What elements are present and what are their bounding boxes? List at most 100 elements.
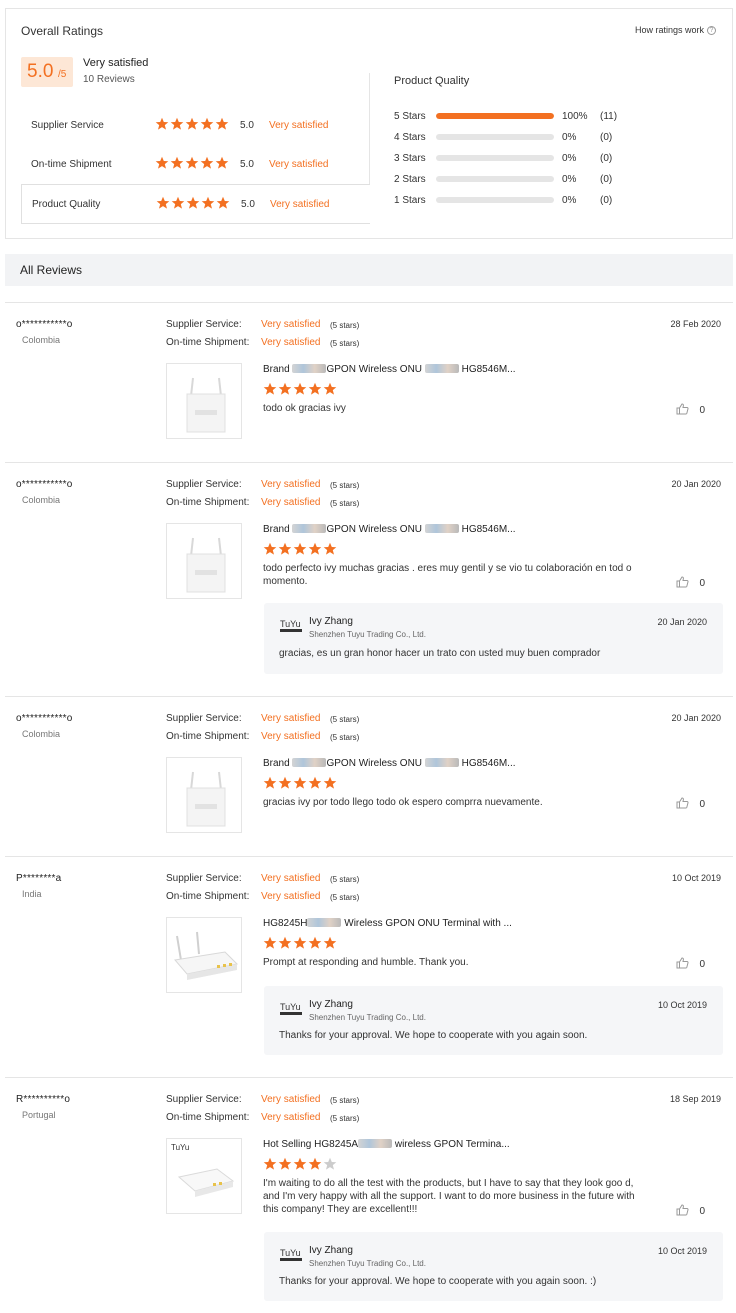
supplier-logo: TuYu [279,618,303,634]
shipment-label: On-time Shipment: [166,1112,250,1123]
thumbs-up-icon[interactable] [676,403,689,418]
category-score: 5.0 [240,119,254,131]
like-button[interactable]: 0 [676,1204,705,1219]
shipment-stars: (5 stars) [330,499,360,508]
redacted-mark [292,758,327,767]
shipment-label: On-time Shipment: [166,497,250,508]
star-filled-icon [156,196,170,209]
all-reviews-header: All Reviews [5,254,733,286]
overall-review-count: 10 Reviews [83,74,135,85]
star-filled-icon [263,1157,277,1170]
supplier-service-label: Supplier Service: [166,1094,242,1105]
supplier-reply: TuYu Ivy Zhang Shenzhen Tuyu Trading Co.… [264,986,723,1055]
shipment-stars: (5 stars) [330,733,360,742]
product-link[interactable]: Hot Selling HG8245A wireless GPON Termin… [263,1139,510,1150]
distribution-row-4: 4 Stars 0% (0) [394,130,630,144]
supplier-service-label: Supplier Service: [166,479,242,490]
review-item: o***********o Colombia Supplier Service:… [5,696,733,856]
star-filled-icon [278,382,292,395]
reply-text: gracias, es un gran honor hacer un trato… [279,648,601,659]
thumbs-up-icon[interactable] [676,576,689,591]
product-link[interactable]: Brand GPON Wireless ONU HG8546M... [263,364,516,375]
supplier-logo-text: TuYu [280,1248,301,1258]
category-stars [155,117,230,134]
review-stars [263,1157,338,1174]
product-title-start: Brand [263,364,293,375]
review-text: Prompt at responding and humble. Thank y… [263,957,469,968]
router-image [186,537,226,593]
distribution-label: 5 Stars [394,110,426,122]
review-date: 10 Oct 2019 [671,873,721,883]
review-item: P********a India Supplier Service: Very … [5,856,733,1077]
redacted-mark [292,364,327,373]
star-filled-icon [186,196,200,209]
product-thumbnail[interactable] [166,523,242,599]
help-icon[interactable]: ? [707,25,716,35]
reply-author: Ivy Zhang [309,616,353,627]
reply-author: Ivy Zhang [309,1245,353,1256]
product-thumbnail[interactable]: TuYu [166,1138,242,1214]
thumbs-up-icon[interactable] [676,797,689,812]
thumbnail-logo-text: TuYu [171,1143,189,1152]
distribution-count: (11) [600,110,618,122]
shipment-stars: (5 stars) [330,893,360,902]
distribution-bar [436,197,554,203]
product-link[interactable]: Brand GPON Wireless ONU HG8546M... [263,524,516,535]
product-thumbnail[interactable] [166,363,242,439]
star-filled-icon [278,1157,292,1170]
product-title-mid: wireless GPON Termina... [394,1139,510,1150]
review-item: R**********o Portugal Supplier Service: … [5,1077,733,1313]
distribution-count: (0) [600,173,613,185]
supplier-service-label: Supplier Service: [166,873,242,884]
review-text: I'm waiting to do all the test with the … [263,1178,635,1215]
like-button[interactable]: 0 [676,957,705,972]
like-button[interactable]: 0 [676,576,705,591]
reviewer-name: P********a [16,873,62,884]
overall-score: 5.0 [27,61,54,82]
distribution-percent: 0% [562,173,577,185]
category-stars [156,196,231,213]
product-title-mid: Wireless GPON ONU Terminal with ... [344,918,512,929]
product-title-start: Brand [263,758,293,769]
product-link[interactable]: Brand GPON Wireless ONU HG8546M... [263,758,516,769]
product-thumbnail[interactable] [166,917,242,993]
reviewer-country: Colombia [22,335,61,345]
product-link[interactable]: HG8245H Wireless GPON ONU Terminal with … [263,918,512,929]
shipment-stars: (5 stars) [330,1114,360,1123]
overall-ratings-title: Overall Ratings [21,24,104,38]
how-ratings-work-label[interactable]: How ratings work [635,25,704,35]
distribution-count: (0) [600,131,613,143]
thumbs-up-icon[interactable] [676,1204,689,1219]
supplier-service-stars: (5 stars) [330,321,360,330]
supplier-service-stars: (5 stars) [330,715,360,724]
like-button[interactable]: 0 [676,403,705,418]
distribution-label: 4 Stars [394,131,426,143]
star-filled-icon [308,936,322,949]
category-row-product-quality[interactable]: Product Quality 5.0 Very satisfied [21,184,370,224]
star-filled-icon [308,542,322,555]
overall-score-badge: 5.0 /5 [21,57,73,87]
reply-text: Thanks for your approval. We hope to coo… [279,1276,597,1287]
distribution-row-5: 5 Stars 100% (11) [394,109,630,123]
review-item: o***********o Colombia Supplier Service:… [5,302,733,462]
like-button[interactable]: 0 [676,797,705,812]
review-stars [263,776,338,793]
supplier-reply: TuYu Ivy Zhang Shenzhen Tuyu Trading Co.… [264,603,723,674]
review-stars [263,382,338,399]
distribution-percent: 0% [562,194,577,206]
supplier-service-stars: (5 stars) [330,1096,360,1105]
product-title-mid: GPON Wireless ONU [326,524,423,535]
distribution-bar [436,134,554,140]
product-thumbnail[interactable] [166,757,242,833]
review-stars [263,542,338,559]
reviewer-country: Colombia [22,495,61,505]
category-row-on-time-shipment[interactable]: On-time Shipment 5.0 Very satisfied [21,145,370,183]
star-filled-icon [278,936,292,949]
how-ratings-work-link[interactable]: How ratings work ? [635,25,716,35]
star-filled-icon [171,196,185,209]
product-title-end: HG8546M... [461,524,516,535]
shipment-label: On-time Shipment: [166,891,250,902]
category-row-supplier-service[interactable]: Supplier Service 5.0 Very satisfied [21,106,370,144]
thumbs-up-icon[interactable] [676,957,689,972]
distribution-percent: 0% [562,131,577,143]
